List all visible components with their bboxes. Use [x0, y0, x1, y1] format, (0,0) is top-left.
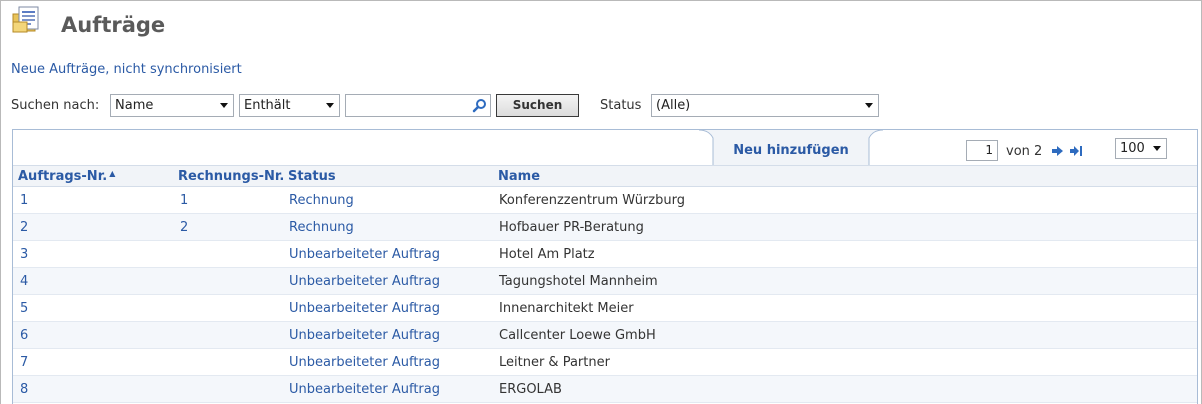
status-label: Status — [600, 98, 642, 113]
status-select[interactable]: (Alle) — [651, 94, 879, 117]
search-operator-value: Enthält — [244, 98, 291, 113]
orders-grid: Neu hinzufügen 1 von 2 100 Auftrags-Nr. ▲… — [12, 129, 1198, 404]
search-operator-select[interactable]: Enthält — [239, 94, 340, 117]
order-no-cell[interactable]: 8 — [20, 382, 28, 397]
orders-document-icon — [12, 6, 44, 34]
chevron-down-icon — [1153, 146, 1161, 151]
table-row: 3 Unbearbeiteter Auftrag Hotel Am Platz — [13, 241, 1197, 268]
search-field-value: Name — [115, 98, 154, 113]
page-title: Aufträge — [61, 13, 166, 37]
name-cell: Hotel Am Platz — [499, 247, 595, 262]
name-cell: Leitner & Partner — [499, 355, 610, 370]
chevron-down-icon — [865, 103, 873, 108]
invoice-no-cell[interactable]: 2 — [180, 220, 188, 235]
add-new-label: Neu hinzufügen — [733, 143, 849, 158]
page-count-label: von 2 — [1006, 144, 1043, 159]
table-row: 1 1 Rechnung Konferenzzentrum Würzburg — [13, 187, 1197, 214]
status-cell[interactable]: Rechnung — [289, 220, 354, 235]
column-header-invoice-no[interactable]: Rechnungs-Nr. — [178, 169, 284, 184]
table-row: 5 Unbearbeiteter Auftrag Innenarchitekt … — [13, 295, 1197, 322]
order-no-cell[interactable]: 7 — [20, 355, 28, 370]
column-header-status[interactable]: Status — [288, 169, 336, 184]
search-button[interactable]: Suchen — [496, 94, 579, 117]
name-cell: Callcenter Loewe GmbH — [499, 328, 656, 343]
add-new-tab[interactable]: Neu hinzufügen — [699, 130, 883, 166]
page-size-value: 100 — [1120, 141, 1145, 156]
status-cell[interactable]: Unbearbeiteter Auftrag — [289, 247, 440, 262]
order-no-cell[interactable]: 4 — [20, 274, 28, 289]
table-row: 2 2 Rechnung Hofbauer PR-Beratung — [13, 214, 1197, 241]
search-icon[interactable] — [472, 98, 487, 113]
sort-ascending-icon: ▲ — [109, 169, 116, 178]
order-no-cell[interactable]: 2 — [20, 220, 28, 235]
name-cell: Innenarchitekt Meier — [499, 301, 634, 316]
name-cell: Tagungshotel Mannheim — [499, 274, 658, 289]
search-bar: Suchen nach: Name Enthält Suchen Status … — [0, 94, 1202, 117]
column-header-name[interactable]: Name — [498, 169, 540, 184]
last-page-icon[interactable] — [1070, 145, 1083, 157]
order-no-cell[interactable]: 1 — [20, 193, 28, 208]
status-cell[interactable]: Unbearbeiteter Auftrag — [289, 301, 440, 316]
chevron-down-icon — [220, 103, 228, 108]
search-by-label: Suchen nach: — [11, 98, 100, 113]
status-cell[interactable]: Unbearbeiteter Auftrag — [289, 274, 440, 289]
page-size-select[interactable]: 100 — [1115, 138, 1167, 159]
name-cell: Konferenzzentrum Würzburg — [499, 193, 685, 208]
name-cell: ERGOLAB — [499, 382, 562, 397]
order-no-cell[interactable]: 5 — [20, 301, 28, 316]
status-select-value: (Alle) — [656, 98, 691, 113]
search-input[interactable] — [345, 94, 491, 117]
table-row: 4 Unbearbeiteter Auftrag Tagungshotel Ma… — [13, 268, 1197, 295]
name-cell: Hofbauer PR-Beratung — [499, 220, 644, 235]
next-page-icon[interactable] — [1051, 145, 1064, 157]
order-no-cell[interactable]: 6 — [20, 328, 28, 343]
invoice-no-cell[interactable]: 1 — [180, 193, 188, 208]
table-row: 6 Unbearbeiteter Auftrag Callcenter Loew… — [13, 322, 1197, 349]
chevron-down-icon — [326, 103, 334, 108]
unsynced-orders-link[interactable]: Neue Aufträge, nicht synchronisiert — [11, 62, 242, 77]
table-row: 7 Unbearbeiteter Auftrag Leitner & Partn… — [13, 349, 1197, 376]
status-cell[interactable]: Rechnung — [289, 193, 354, 208]
column-header-order-no[interactable]: Auftrags-Nr. ▲ — [18, 169, 115, 184]
status-cell[interactable]: Unbearbeiteter Auftrag — [289, 328, 440, 343]
table-body: 1 1 Rechnung Konferenzzentrum Würzburg 2… — [13, 187, 1197, 403]
status-cell[interactable]: Unbearbeiteter Auftrag — [289, 355, 440, 370]
order-no-cell[interactable]: 3 — [20, 247, 28, 262]
column-header-order-no-label: Auftrags-Nr. — [18, 169, 108, 184]
status-cell[interactable]: Unbearbeiteter Auftrag — [289, 382, 440, 397]
search-field-select[interactable]: Name — [110, 94, 234, 117]
table-row: 8 Unbearbeiteter Auftrag ERGOLAB — [13, 376, 1197, 403]
page-number-input[interactable]: 1 — [966, 140, 998, 161]
table-header: Auftrags-Nr. ▲ Rechnungs-Nr. Status Name — [13, 165, 1197, 187]
